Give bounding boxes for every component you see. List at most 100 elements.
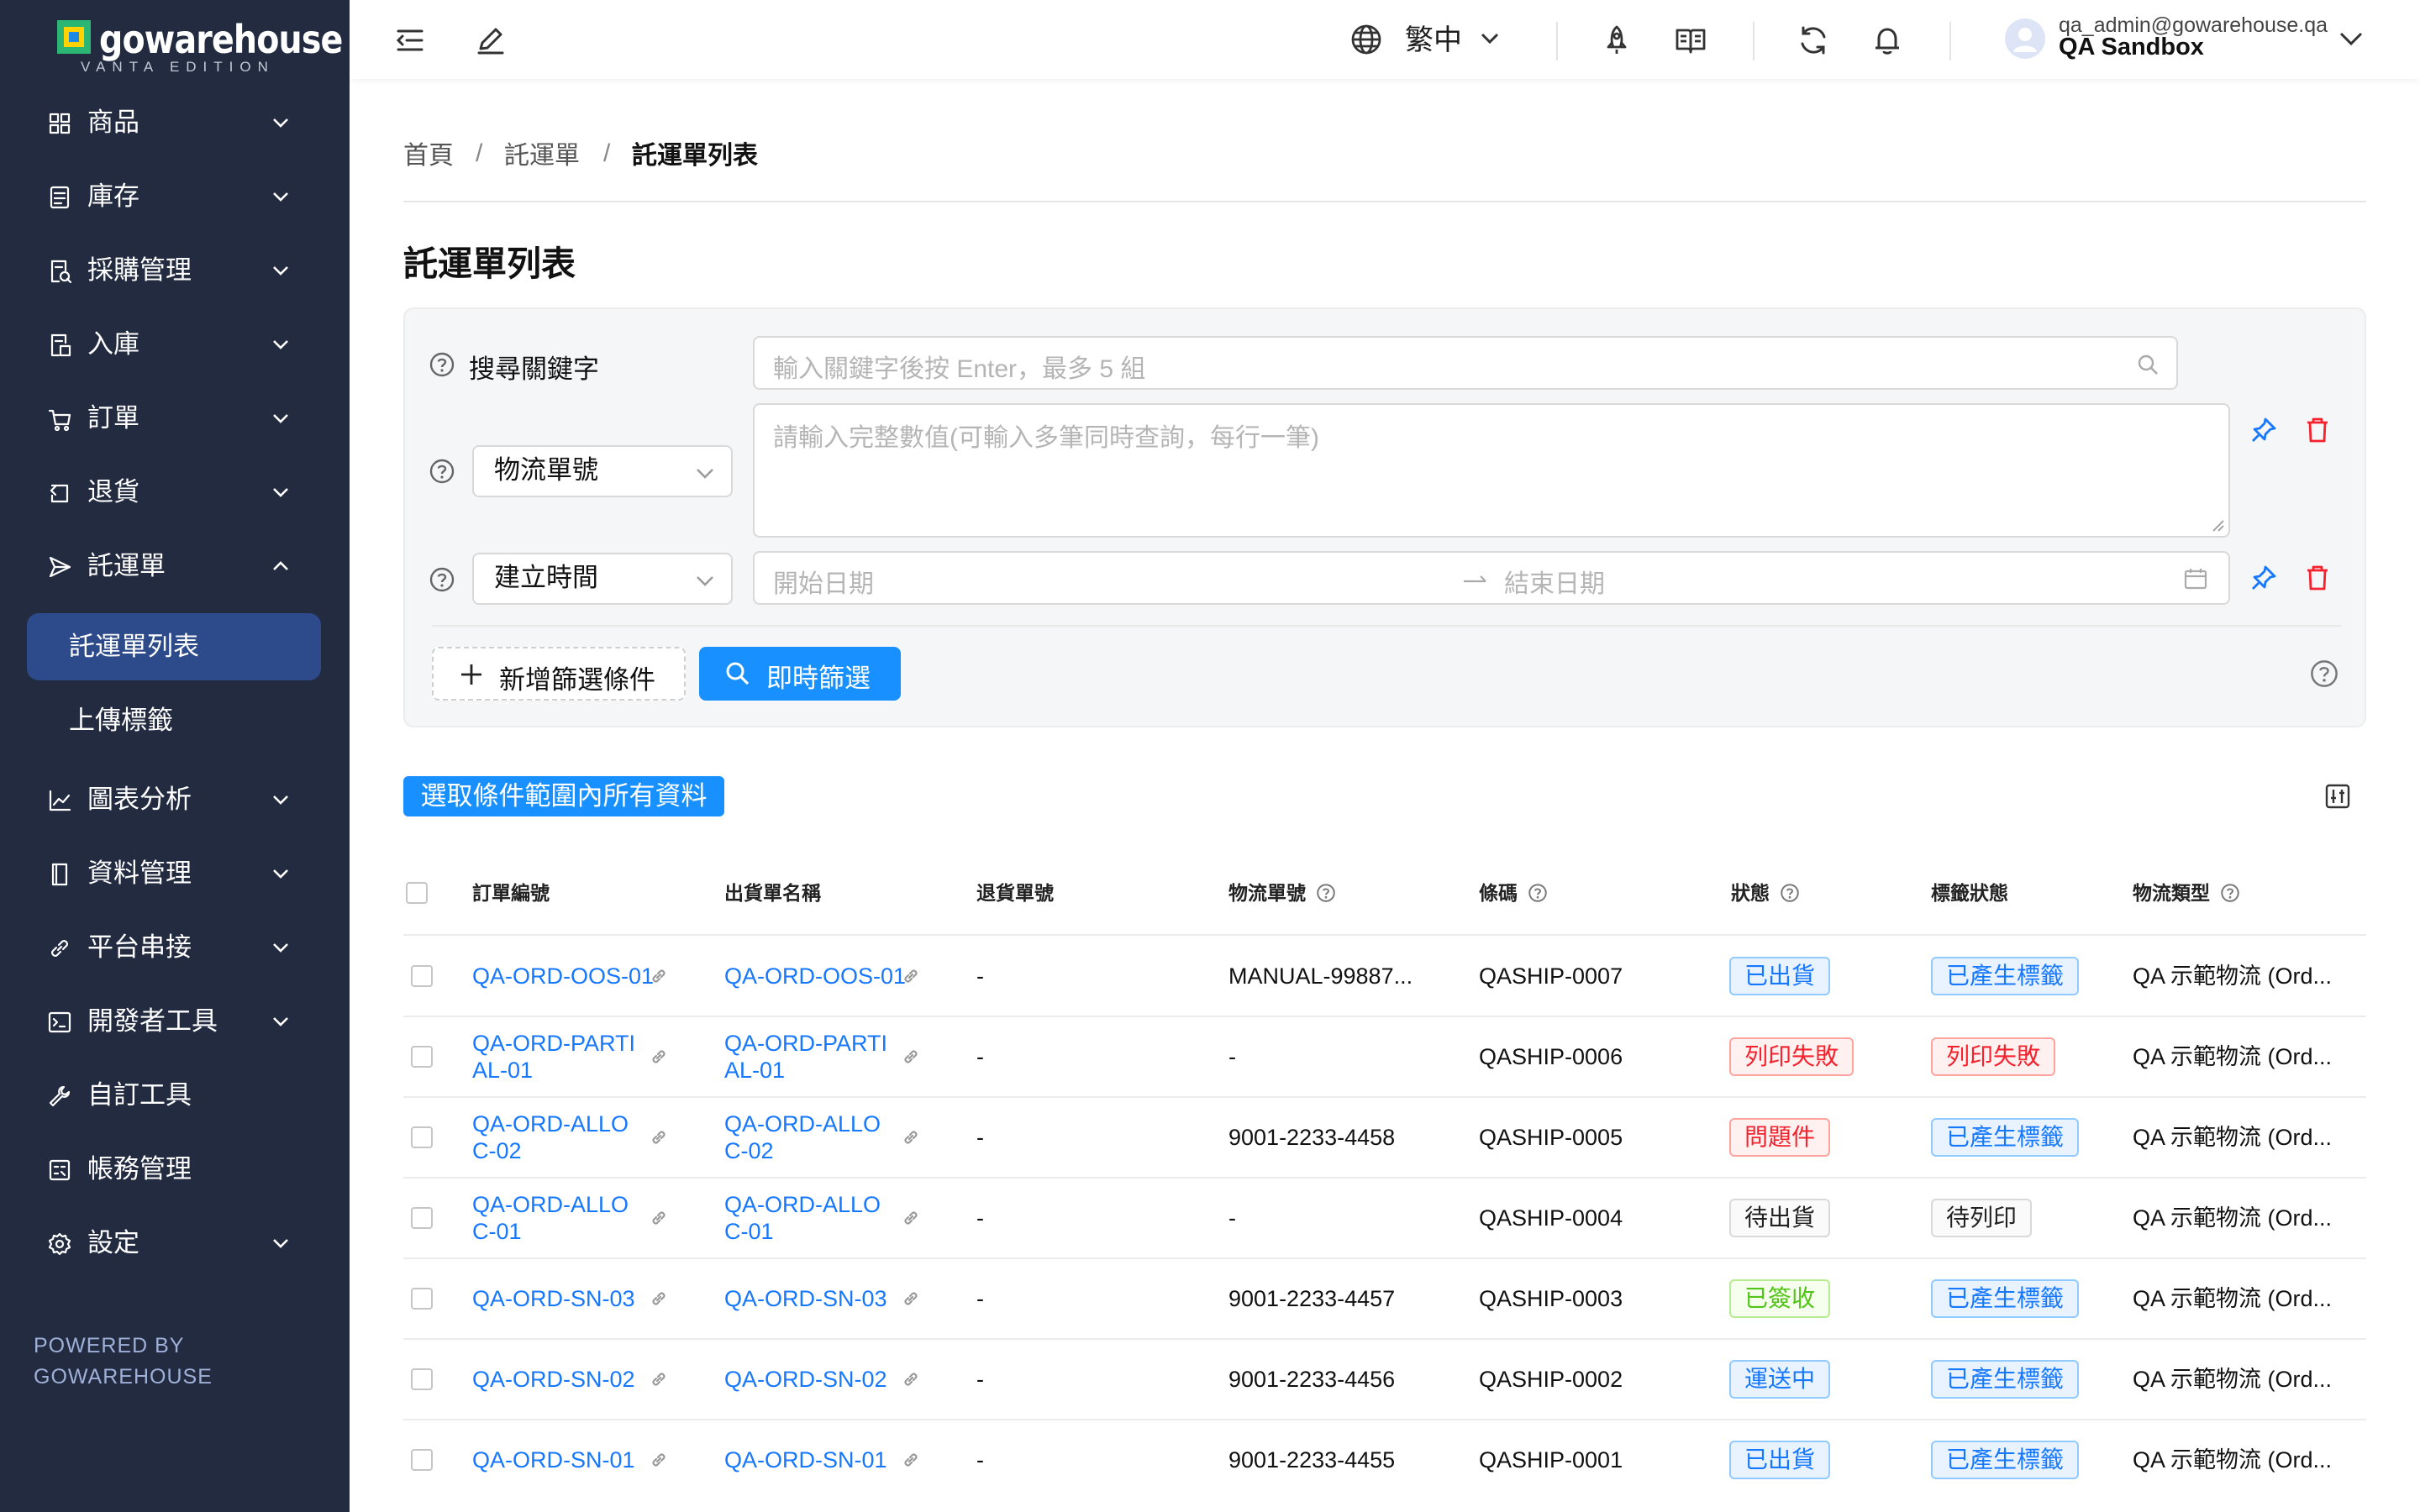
shipment-name-link[interactable]: QA-ORD-SN-02 [724, 1366, 887, 1393]
help-icon[interactable] [1528, 883, 1548, 903]
shipment-name-link[interactable]: QA-ORD-OOS-01 [724, 963, 906, 990]
refresh-icon[interactable] [1797, 24, 1830, 57]
help-icon[interactable] [1780, 883, 1800, 903]
select-all-in-range-button[interactable]: 選取條件範圍內所有資料 [403, 776, 724, 816]
row-checkbox[interactable] [411, 1046, 433, 1068]
link-icon[interactable] [649, 966, 669, 986]
row-checkbox[interactable] [411, 1449, 433, 1471]
column-header-tracking-number[interactable]: 物流單號 [1228, 880, 1306, 906]
sidebar-item-grid[interactable]: 商品 [0, 89, 350, 156]
help-icon[interactable] [2220, 883, 2240, 903]
pin-icon[interactable] [2249, 563, 2279, 593]
tracking-number-textarea[interactable]: 請輸入完整數值(可輸入多筆同時查詢，每行一筆) [753, 403, 2230, 538]
link-icon[interactable] [901, 1208, 921, 1228]
sidebar-item-chart[interactable]: 圖表分析 [0, 766, 350, 833]
pin-icon[interactable] [2249, 415, 2279, 445]
link-icon[interactable] [901, 1450, 921, 1470]
shipment-name-link[interactable]: QA-ORD-ALLOC-02 [724, 1110, 892, 1164]
sidebar-item-billing[interactable]: 帳務管理 [0, 1136, 350, 1203]
order-id-link[interactable]: QA-ORD-ALLOC-01 [472, 1191, 640, 1245]
link-icon[interactable] [901, 966, 921, 986]
chevron-down-icon[interactable] [1477, 25, 1502, 50]
breadcrumb-home[interactable]: 首頁 [403, 139, 454, 173]
resize-handle-icon[interactable] [2210, 517, 2225, 533]
search-icon[interactable] [2136, 353, 2160, 376]
column-header-status[interactable]: 狀態 [1731, 880, 1770, 906]
brand-logo[interactable]: gowarehouse VANTA EDITION [55, 15, 343, 76]
link-icon[interactable] [901, 1127, 921, 1147]
add-filter-button[interactable]: 新增篩選條件 [432, 647, 686, 701]
sidebar-item-return[interactable]: 退貨 [0, 459, 350, 526]
column-header-logistics-type[interactable]: 物流類型 [2133, 880, 2210, 906]
row-checkbox[interactable] [411, 1368, 433, 1390]
link-icon[interactable] [901, 1289, 921, 1309]
breadcrumb-section[interactable]: 託運單 [504, 139, 580, 173]
order-id-link[interactable]: QA-ORD-OOS-01 [472, 963, 654, 990]
help-icon[interactable] [1316, 883, 1336, 903]
shipment-name-link[interactable]: QA-ORD-ALLOC-01 [724, 1191, 892, 1245]
sidebar-item-link[interactable]: 平台串接 [0, 914, 350, 981]
globe-icon[interactable] [1349, 23, 1383, 56]
sidebar-item-cart[interactable]: 訂單 [0, 385, 350, 452]
shipment-name-link[interactable]: QA-ORD-SN-03 [724, 1285, 887, 1312]
shipment-name-link[interactable]: QA-ORD-SN-01 [724, 1446, 887, 1473]
row-checkbox[interactable] [411, 965, 433, 987]
help-icon[interactable] [429, 351, 455, 378]
row-checkbox[interactable] [411, 1126, 433, 1148]
column-settings-icon[interactable] [2324, 783, 2351, 810]
order-id-link[interactable]: QA-ORD-ALLOC-02 [472, 1110, 640, 1164]
sidebar-subitem-shipment-list[interactable]: 託運單列表 [27, 613, 321, 680]
delete-icon[interactable] [2302, 415, 2333, 445]
filter-field-select[interactable]: 物流單號 [472, 445, 733, 497]
sidebar-subitem-upload-label[interactable]: 上傳標籤 [27, 687, 321, 754]
link-icon[interactable] [649, 1047, 669, 1067]
edit-icon[interactable] [474, 24, 508, 57]
row-checkbox[interactable] [411, 1207, 433, 1229]
date-range-picker[interactable]: 開始日期 結束日期 [753, 551, 2230, 605]
sidebar-item-inventory[interactable]: 庫存 [0, 163, 350, 230]
language-selector[interactable]: 繁中 [1405, 22, 1462, 59]
start-date-input[interactable]: 開始日期 [773, 563, 874, 600]
menu-collapse-icon[interactable] [393, 24, 427, 57]
sidebar-item-purchase[interactable]: 採購管理 [0, 237, 350, 304]
link-icon[interactable] [901, 1047, 921, 1067]
sidebar-item-send[interactable]: 託運單 [0, 533, 350, 600]
delete-icon[interactable] [2302, 563, 2333, 593]
help-icon[interactable] [429, 458, 455, 485]
link-icon[interactable] [649, 1208, 669, 1228]
avatar[interactable] [2005, 18, 2045, 59]
column-header-label-status[interactable]: 標籤狀態 [1931, 880, 2008, 906]
bell-icon[interactable] [1870, 24, 1904, 57]
order-id-link[interactable]: QA-ORD-SN-02 [472, 1366, 635, 1393]
column-header-return-id[interactable]: 退貨單號 [976, 880, 1054, 906]
end-date-input[interactable]: 結束日期 [1504, 563, 1605, 600]
link-icon[interactable] [649, 1127, 669, 1147]
book-icon[interactable] [1674, 24, 1707, 57]
link-icon[interactable] [649, 1289, 669, 1309]
sidebar-item-gear[interactable]: 設定 [0, 1210, 350, 1277]
filter-date-field-select[interactable]: 建立時間 [472, 553, 733, 605]
calendar-icon[interactable] [2183, 566, 2208, 591]
user-menu-chevron-icon[interactable] [2336, 24, 2366, 54]
sidebar-item-data[interactable]: 資料管理 [0, 840, 350, 907]
sidebar-item-wrench[interactable]: 自訂工具 [0, 1062, 350, 1129]
user-org[interactable]: QA Sandbox [2059, 34, 2204, 61]
order-id-link[interactable]: QA-ORD-PARTIAL-01 [472, 1030, 640, 1084]
row-checkbox[interactable] [411, 1288, 433, 1310]
shipment-name-link[interactable]: QA-ORD-PARTIAL-01 [724, 1030, 892, 1084]
help-icon[interactable] [2309, 659, 2339, 689]
help-icon[interactable] [429, 566, 455, 593]
select-all-checkbox[interactable] [406, 882, 428, 904]
keyword-search-input[interactable]: 輸入關鍵字後按 Enter，最多 5 組 [753, 336, 2178, 390]
order-id-link[interactable]: QA-ORD-SN-03 [472, 1285, 635, 1312]
column-header-barcode[interactable]: 條碼 [1479, 880, 1518, 906]
rocket-icon[interactable] [1600, 24, 1634, 57]
link-icon[interactable] [649, 1369, 669, 1389]
column-header-shipment-name[interactable]: 出貨單名稱 [724, 880, 821, 906]
link-icon[interactable] [649, 1450, 669, 1470]
link-icon[interactable] [901, 1369, 921, 1389]
apply-filter-button[interactable]: 即時篩選 [699, 647, 901, 701]
sidebar-item-terminal[interactable]: 開發者工具 [0, 988, 350, 1055]
column-header-order-id[interactable]: 訂單編號 [472, 880, 550, 906]
order-id-link[interactable]: QA-ORD-SN-01 [472, 1446, 635, 1473]
